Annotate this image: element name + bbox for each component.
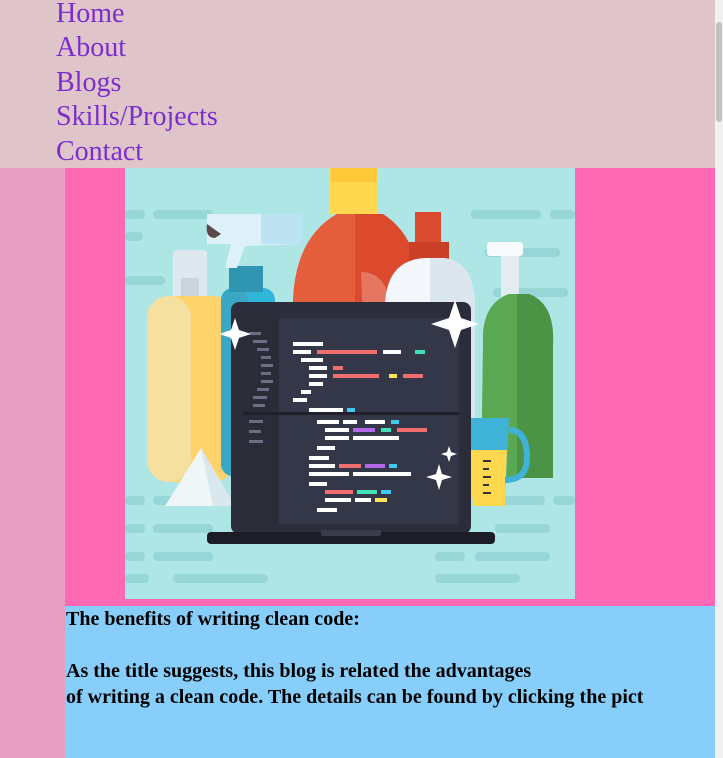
blog-summary-panel: The benefits of writing clean code: As t… xyxy=(65,606,715,758)
nav-link-blogs[interactable]: Blogs xyxy=(56,67,121,98)
nav-link-skills-projects[interactable]: Skills/Projects xyxy=(56,101,218,132)
nav-link-home[interactable]: Home xyxy=(56,0,124,29)
left-margin-strip xyxy=(0,168,65,758)
scrollbar-thumb[interactable] xyxy=(716,22,722,122)
nav-item-about: About xyxy=(56,31,218,65)
nav-item-blogs: Blogs xyxy=(56,66,218,100)
top-nav: Home About Blogs Skills/Projects Contact xyxy=(0,0,715,168)
nav-item-home: Home xyxy=(56,0,218,31)
nav-item-contact: Contact xyxy=(56,135,218,169)
blog-description-line-2: of writing a clean code. The details can… xyxy=(66,686,644,708)
blog-description: As the title suggests, this blog is rela… xyxy=(66,658,643,710)
clean-code-illustration xyxy=(125,168,575,599)
blog-title: The benefits of writing clean code: xyxy=(66,608,360,630)
nav-link-about[interactable]: About xyxy=(56,32,126,63)
blog-description-line-1: As the title suggests, this blog is rela… xyxy=(66,660,532,682)
nav-list: Home About Blogs Skills/Projects Contact xyxy=(56,0,218,169)
vertical-scrollbar[interactable] xyxy=(715,0,723,758)
nav-item-skills-projects: Skills/Projects xyxy=(56,100,218,134)
nav-link-contact[interactable]: Contact xyxy=(56,136,143,167)
blog-thumbnail-link[interactable] xyxy=(125,168,575,599)
